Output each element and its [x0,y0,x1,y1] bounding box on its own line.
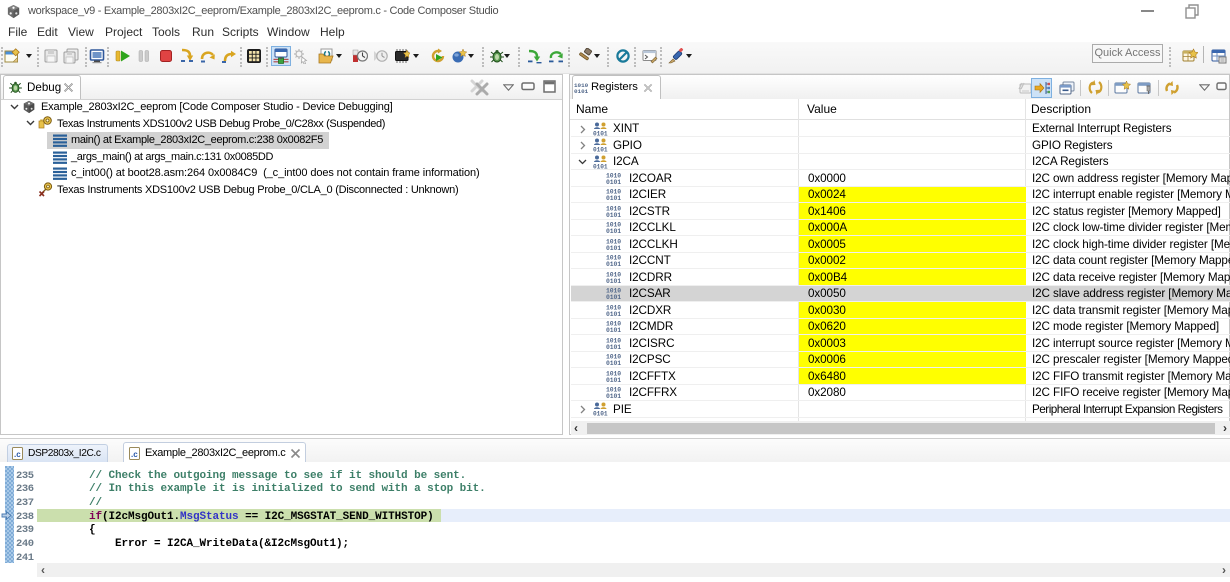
svg-text:.c: .c [14,450,21,459]
svg-text:0101: 0101 [606,393,621,399]
svg-text:0101: 0101 [606,245,621,251]
svg-text:0101: 0101 [606,294,621,300]
svg-text:.c: .c [131,450,138,459]
svg-text:0101: 0101 [593,147,608,153]
svg-text:0101: 0101 [606,212,621,218]
svg-text:0101: 0101 [593,411,608,417]
svg-text:0101: 0101 [606,261,621,267]
svg-text:0101: 0101 [593,130,608,136]
svg-text:0101: 0101 [593,163,608,169]
svg-text:0101: 0101 [606,228,621,234]
svg-text:0101: 0101 [606,327,621,333]
svg-text:0101: 0101 [606,344,621,350]
svg-text:0101: 0101 [606,195,621,201]
svg-text:0101: 0101 [606,278,621,284]
svg-text:0101: 0101 [606,360,621,366]
svg-text:0101: 0101 [606,179,621,185]
svg-text:0101: 0101 [606,311,621,317]
svg-text:0101: 0101 [574,88,589,94]
svg-text:0101: 0101 [606,377,621,383]
